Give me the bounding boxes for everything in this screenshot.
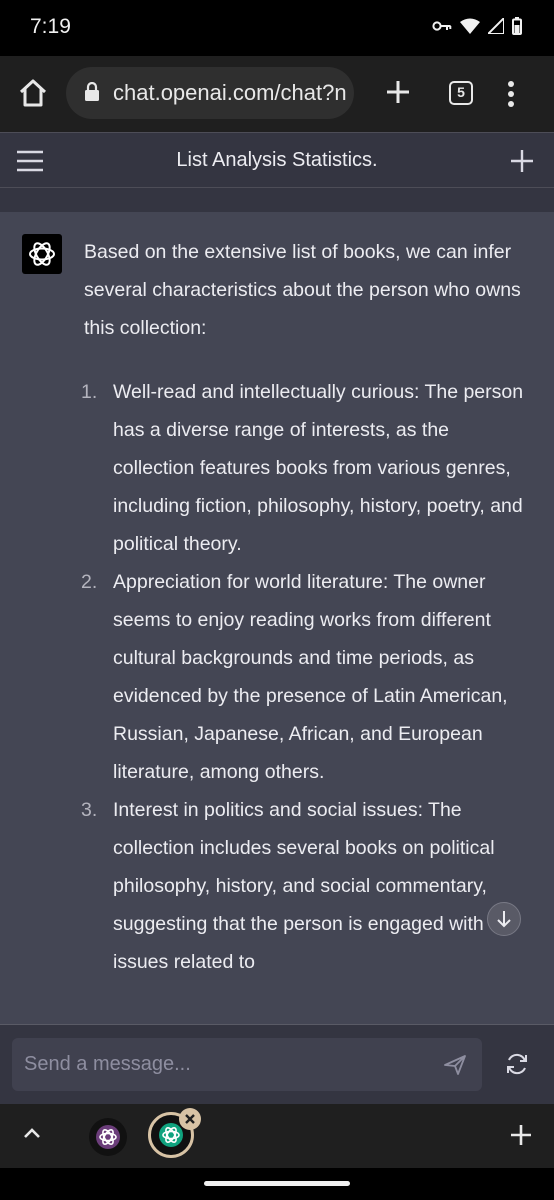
browser-menu-button[interactable] (505, 80, 517, 108)
chat-spacer (0, 188, 554, 212)
message-body: Based on the extensive list of books, we… (81, 233, 524, 981)
home-button[interactable] (16, 76, 50, 110)
new-chat-button[interactable] (510, 149, 534, 173)
more-vert-icon (508, 81, 514, 107)
status-time: 7:19 (30, 15, 71, 38)
message-input[interactable] (12, 1038, 482, 1091)
navigation-bar (0, 1168, 554, 1200)
openai-logo-icon (29, 242, 55, 266)
send-icon[interactable] (444, 1055, 466, 1080)
home-icon (19, 79, 47, 107)
openai-logo-icon (96, 1125, 120, 1149)
list-item-text: Interest in politics and social issues: … (113, 799, 495, 973)
list-number: 1. (81, 381, 98, 403)
list-item: 1. Well-read and intellectually curious:… (81, 373, 524, 563)
scroll-to-bottom-button[interactable] (487, 902, 521, 936)
list-number: 3. (81, 799, 98, 821)
browser-toolbar: chat.openai.com/chat?n 5 (0, 56, 554, 132)
list-item-text: Appreciation for world literature: The o… (113, 571, 508, 783)
arrow-down-icon (497, 911, 511, 928)
url-text: chat.openai.com/chat?n (113, 80, 347, 105)
list-item: 2. Appreciation for world literature: Th… (81, 563, 524, 791)
wifi-icon (460, 18, 480, 39)
signal-icon (485, 15, 505, 39)
status-bar: 7:19 (0, 0, 554, 56)
list-number: 2. (81, 571, 98, 593)
plus-icon (387, 81, 409, 103)
chevron-up-icon[interactable] (22, 1126, 42, 1145)
message-composer (0, 1024, 554, 1104)
system-icons (432, 15, 522, 40)
close-tab-button[interactable] (179, 1108, 201, 1130)
battery-icon (512, 17, 522, 40)
list-item: 3. Interest in politics and social issue… (81, 791, 524, 981)
characteristics-list: 1. Well-read and intellectually curious:… (81, 373, 524, 981)
regenerate-icon[interactable] (505, 1053, 529, 1080)
new-tab-button[interactable] (384, 78, 412, 106)
lock-icon (84, 81, 100, 107)
assistant-message: Based on the extensive list of books, we… (0, 212, 554, 1024)
list-item-text: Well-read and intellectually curious: Th… (113, 381, 524, 555)
close-icon (185, 1114, 195, 1124)
add-tab-icon[interactable] (510, 1124, 532, 1151)
conversation-title: List Analysis Statistics. (176, 149, 378, 171)
gesture-handle[interactable] (204, 1181, 350, 1186)
address-bar[interactable]: chat.openai.com/chat?n (66, 67, 354, 119)
plus-icon (511, 150, 533, 172)
chat-header: List Analysis Statistics. (0, 132, 554, 188)
tab-thumbnail[interactable] (89, 1118, 127, 1156)
tab-switcher-button[interactable]: 5 (449, 81, 473, 105)
message-intro: Based on the extensive list of books, we… (84, 241, 521, 339)
tab-strip (0, 1104, 554, 1168)
assistant-avatar (22, 234, 62, 274)
vpn-key-icon (432, 19, 452, 38)
